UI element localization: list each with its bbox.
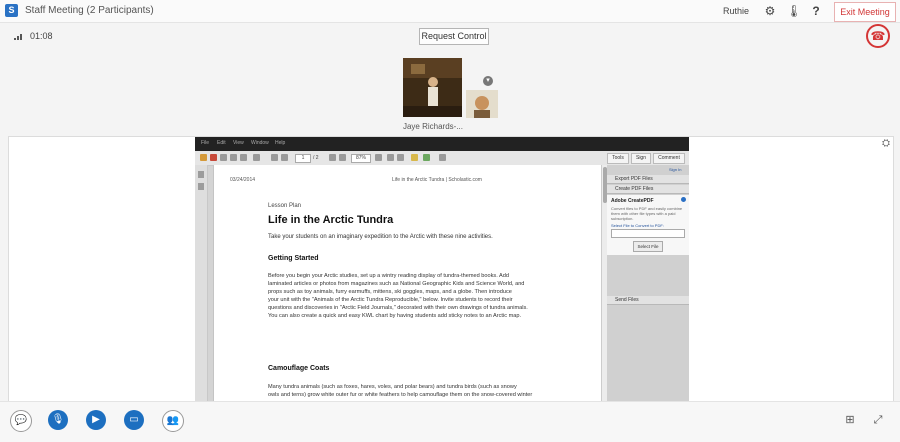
self-video-frame <box>466 90 498 118</box>
doc-date: 03/24/2014 <box>230 177 256 183</box>
save-icon[interactable] <box>220 154 227 161</box>
fit-width-icon[interactable] <box>387 154 394 161</box>
select-file-button[interactable]: Select File <box>633 241 663 252</box>
page-total: / 2 <box>313 155 319 161</box>
expand-icon[interactable] <box>439 154 446 161</box>
stage-options-icon[interactable]: ⛭ <box>880 138 892 150</box>
pdf-toolbar: 1 / 2 87% Tools Sign Comment <box>195 151 689 166</box>
thermometer-icon[interactable]: 🌡 <box>786 3 802 19</box>
self-video[interactable] <box>466 90 498 118</box>
file-path-input[interactable] <box>611 229 685 238</box>
signal-icon <box>14 34 22 40</box>
comment-icon[interactable] <box>411 154 418 161</box>
present-icon[interactable]: ▭ <box>124 410 144 430</box>
fit-page-icon[interactable] <box>253 154 260 161</box>
menu-edit[interactable]: Edit <box>217 140 226 146</box>
menu-view[interactable]: View <box>233 140 244 146</box>
video-icon[interactable]: ▶ <box>86 410 106 430</box>
section-heading: Getting Started <box>268 255 319 262</box>
page-number-input[interactable]: 1 <box>295 154 311 163</box>
create-pdf-section[interactable]: Create PDF Files <box>607 185 689 194</box>
zoom-out-icon[interactable] <box>329 154 336 161</box>
select-file-label: Select File to Convert to PDF: <box>611 223 664 228</box>
fullscreen-icon[interactable]: ⤢ <box>870 413 886 427</box>
meeting-title: Staff Meeting (2 Participants) <box>25 5 154 16</box>
pages-icon[interactable] <box>198 171 204 178</box>
highlight-icon[interactable] <box>423 154 430 161</box>
request-control-button[interactable]: Request Control <box>419 28 489 45</box>
attachments-icon[interactable] <box>198 183 204 190</box>
zoom-select[interactable]: 87% <box>351 154 371 163</box>
send-files-section[interactable]: Send Files <box>607 296 689 305</box>
para-line: questions and discoveries in "Arctic Fie… <box>268 305 528 311</box>
adobe-createpdf-title: Adobe CreatePDF <box>611 198 654 204</box>
para-line: You can also create a quick and easy KWL… <box>268 313 521 319</box>
create-pdf-body: Adobe CreatePDF Convert files to PDF and… <box>607 195 689 255</box>
print-icon[interactable] <box>230 154 237 161</box>
section-paragraph: Many tundra animals (such as foxes, hare… <box>268 383 586 399</box>
para-line: Many tundra animals (such as foxes, hare… <box>268 384 517 390</box>
scroll-mode-icon[interactable] <box>397 154 404 161</box>
create-pdf-icon[interactable] <box>210 154 217 161</box>
doc-title: Life in the Arctic Tundra <box>268 214 394 226</box>
para-line: your unit with the "Animals of the Arcti… <box>268 297 513 303</box>
export-pdf-section[interactable]: Export PDF Files <box>607 175 689 184</box>
menu-window[interactable]: Window <box>251 140 269 146</box>
prev-page-icon[interactable] <box>271 154 278 161</box>
exit-meeting-button[interactable]: Exit Meeting <box>834 2 896 22</box>
tab-sign[interactable]: Sign <box>631 153 651 164</box>
microphone-icon[interactable]: 🎙 <box>48 410 68 430</box>
menu-help[interactable]: Help <box>275 140 285 146</box>
open-icon[interactable] <box>200 154 207 161</box>
menu-file[interactable]: File <box>201 140 209 146</box>
sign-in-link[interactable]: Sign In <box>669 167 681 172</box>
participant-name: Jaye Richards-... <box>402 122 464 131</box>
participants-icon[interactable]: 👥 <box>162 410 184 432</box>
shared-menubar: File Edit View Window Help <box>195 137 689 151</box>
hang-up-icon[interactable]: ☎ <box>866 24 890 48</box>
para-line: laminated articles or photos from magazi… <box>268 281 525 287</box>
doc-label: Lesson Plan <box>268 203 302 209</box>
email-icon[interactable] <box>240 154 247 161</box>
tab-comment[interactable]: Comment <box>653 153 685 164</box>
next-page-icon[interactable] <box>281 154 288 161</box>
para-line: Before you begin your Arctic studies, se… <box>268 273 509 279</box>
tab-tools[interactable]: Tools <box>607 153 629 164</box>
title-bar: S Staff Meeting (2 Participants) Ruthie … <box>0 0 900 23</box>
user-name[interactable]: Ruthie <box>723 6 749 16</box>
pdf-left-rail <box>195 165 208 401</box>
call-timer: 01:08 <box>30 31 53 41</box>
pin-icon[interactable]: ▾ <box>483 76 493 86</box>
app-logo-icon: S <box>5 4 18 17</box>
adobe-createpdf-desc: Convert files to PDF and easily combine … <box>611 206 683 221</box>
tools-panel: Sign In Export PDF Files Create PDF File… <box>607 165 689 401</box>
pdf-page: 03/24/2014 Life in the Arctic Tundra | S… <box>213 165 602 401</box>
help-icon[interactable] <box>681 197 686 202</box>
layout-icon[interactable]: ⊞ <box>842 413 858 427</box>
section-paragraph: Before you begin your Arctic studies, se… <box>268 272 586 320</box>
participant-video[interactable] <box>403 58 462 117</box>
help-icon[interactable]: ? <box>808 3 824 19</box>
gear-icon[interactable]: ⚙ <box>762 3 778 19</box>
para-line: props such as toy animals, furry earmuff… <box>268 289 512 295</box>
participant-video-frame <box>403 58 462 117</box>
chat-icon[interactable]: 💬 <box>10 410 32 432</box>
zoom-dropdown-icon[interactable] <box>375 154 382 161</box>
zoom-in-icon[interactable] <box>339 154 346 161</box>
section-heading: Camouflage Coats <box>268 365 330 372</box>
doc-intro: Take your students on an imaginary exped… <box>268 234 493 240</box>
para-line: owls and terns) grow white outer fur or … <box>268 392 533 398</box>
shared-screen[interactable]: File Edit View Window Help 1 / 2 87% Too… <box>195 137 689 401</box>
doc-header: Life in the Arctic Tundra | Scholastic.c… <box>392 177 482 183</box>
